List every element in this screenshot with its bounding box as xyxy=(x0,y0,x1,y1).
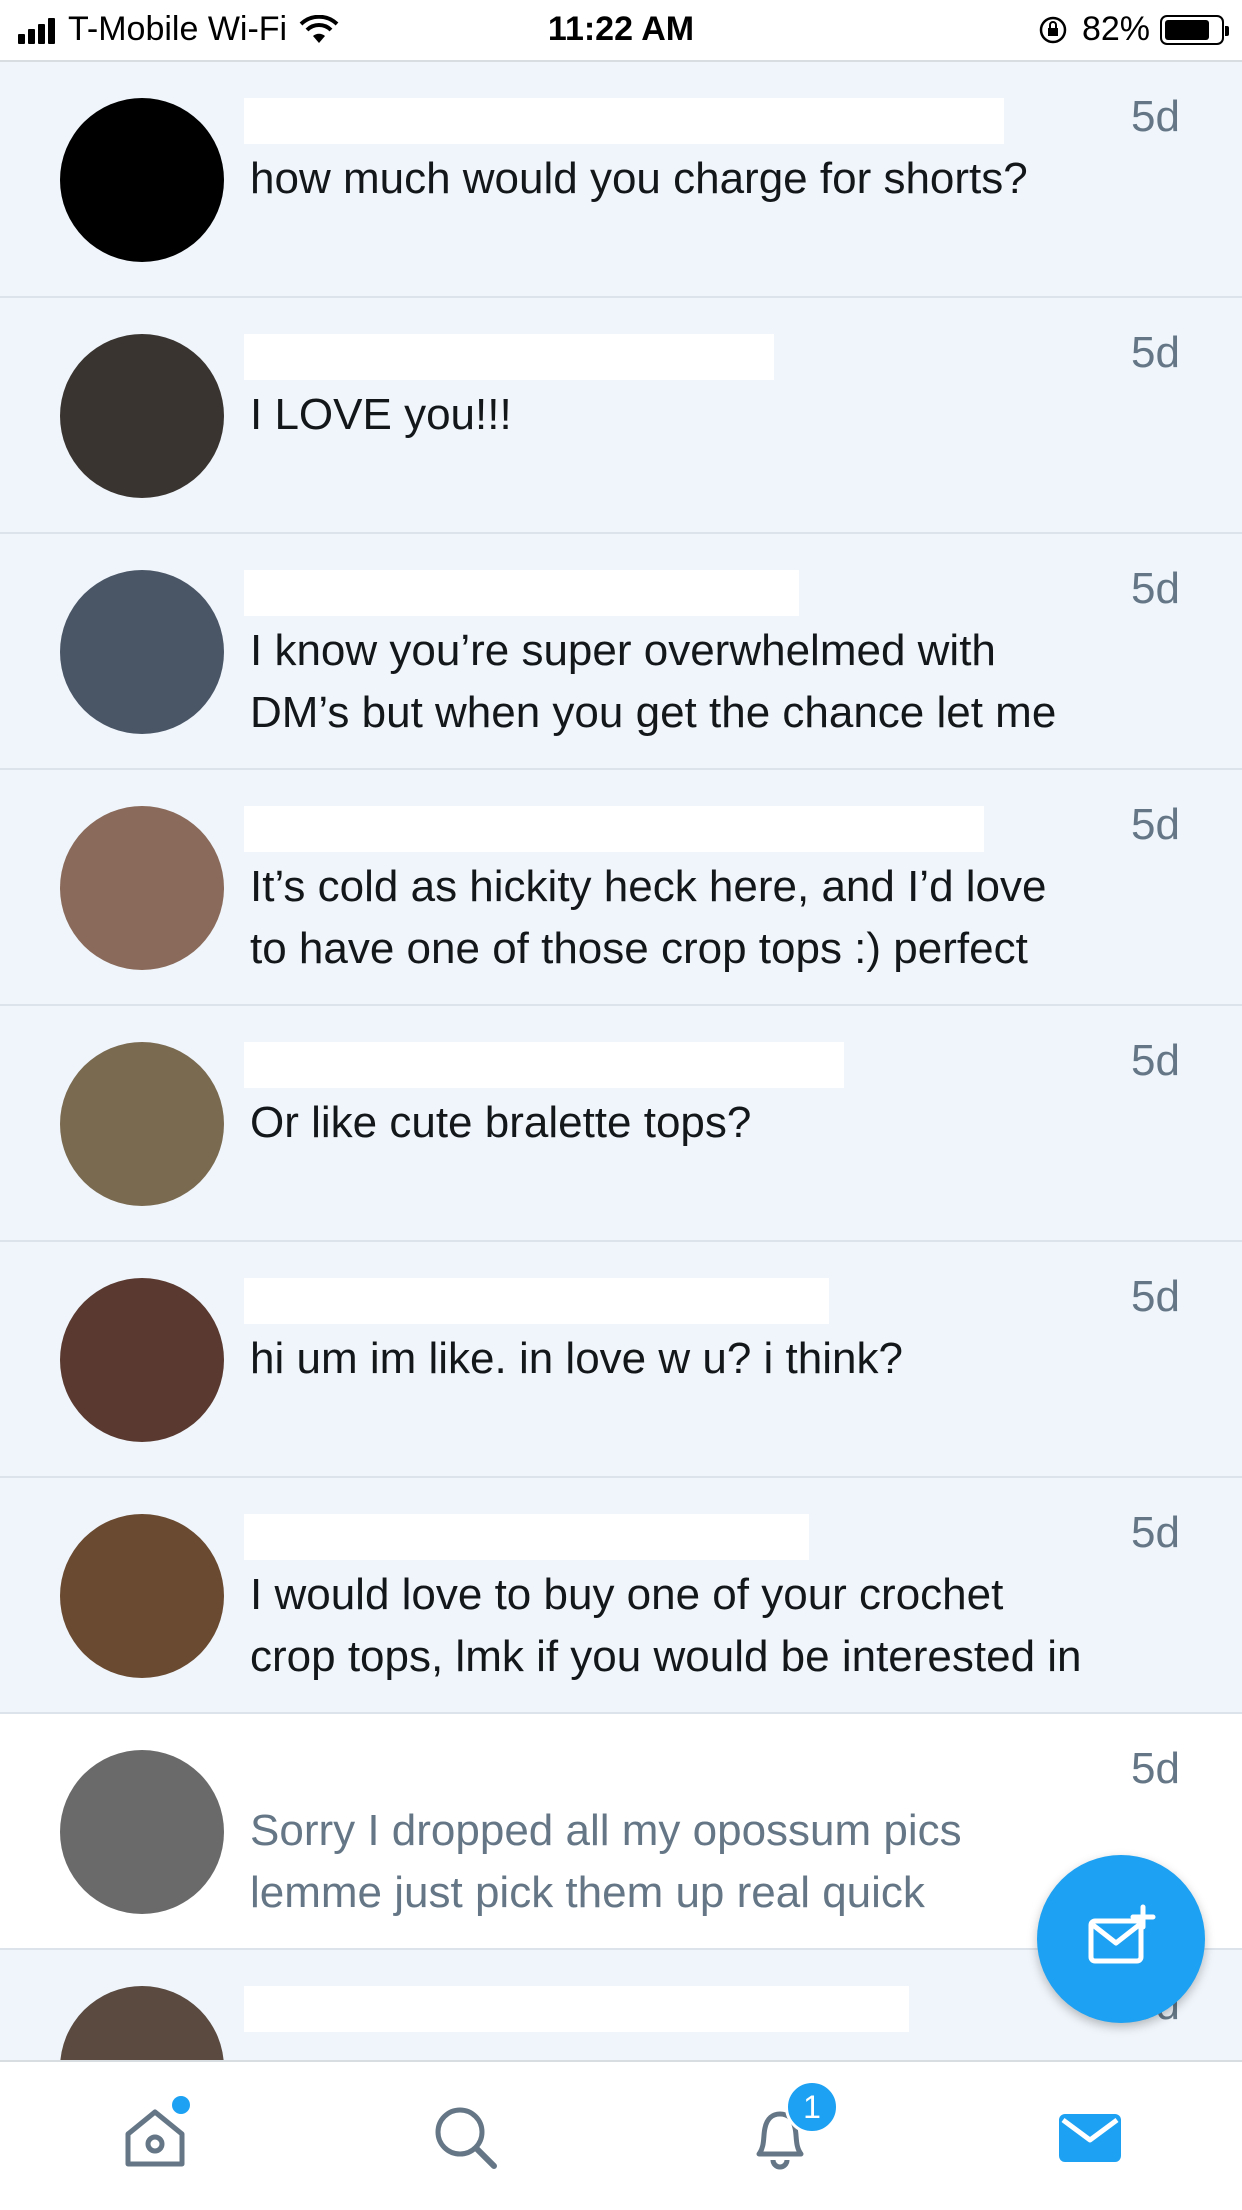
conversation-row[interactable]: 5d Or like cute bralette tops? xyxy=(0,1006,1242,1242)
redacted-name xyxy=(244,806,984,852)
message-preview: It’s cold as hickity heck here, and I’d … xyxy=(250,862,1047,973)
tab-notifications[interactable]: 1 xyxy=(745,2080,839,2172)
message-preview: I LOVE you!!! xyxy=(250,390,512,439)
conversation-row[interactable]: 5d I know you’re super overwhelmed with D… xyxy=(0,534,1242,770)
message-preview: I know you’re super overwhelmed with DM’… xyxy=(250,626,1057,737)
tab-search[interactable] xyxy=(430,2102,500,2172)
battery-icon xyxy=(1160,14,1229,45)
conversation-row[interactable]: 5d I LOVE you!!! xyxy=(0,298,1242,534)
notification-count-badge: 1 xyxy=(785,2080,839,2134)
avatar[interactable] xyxy=(60,1278,224,1442)
conversation-time: 5d xyxy=(1131,92,1180,141)
message-preview: Sorry I dropped all my opossum pics lemm… xyxy=(250,1806,962,1917)
message-preview: Or like cute bralette tops? xyxy=(250,1098,752,1147)
avatar[interactable] xyxy=(60,806,224,970)
message-preview: hi um im like. in love w u? i think? xyxy=(250,1334,903,1383)
search-icon xyxy=(435,2107,497,2169)
conversation-row[interactable]: 5d I would love to buy one of your croche… xyxy=(0,1478,1242,1714)
redacted-name xyxy=(244,1042,844,1088)
conversation-time: 5d xyxy=(1131,1508,1180,1557)
tab-messages[interactable] xyxy=(1055,2102,1125,2172)
compose-message-icon xyxy=(1088,1904,1156,1964)
status-right: 82% xyxy=(1038,10,1229,49)
messages-icon xyxy=(1059,2114,1121,2162)
status-bar: T-Mobile Wi-Fi 11:22 AM 82% xyxy=(0,0,1242,62)
conversation-time: 5d xyxy=(1131,1744,1180,1793)
battery-percent: 82% xyxy=(1081,10,1150,48)
redacted-name xyxy=(244,1986,909,2032)
tab-home[interactable] xyxy=(120,2096,190,2172)
home-notification-dot xyxy=(172,2096,190,2114)
avatar[interactable] xyxy=(60,334,224,498)
conversation-time: 5d xyxy=(1131,1036,1180,1085)
conversation-time: 5d xyxy=(1131,1272,1180,1321)
conversation-row[interactable]: 5d how much would you charge for shorts? xyxy=(0,62,1242,298)
orientation-lock-icon xyxy=(1039,16,1067,43)
battery-tip xyxy=(1225,25,1229,36)
message-preview: I would love to buy one of your crochet … xyxy=(250,1570,1082,1681)
conversation-list: 5d how much would you charge for shorts? 5… xyxy=(0,62,1242,2186)
conversation-time: 5d xyxy=(1131,564,1180,613)
redacted-name xyxy=(244,98,1004,144)
compose-message-button[interactable] xyxy=(1037,1855,1205,2023)
avatar[interactable] xyxy=(60,1042,224,1206)
conversation-time: 5d xyxy=(1131,800,1180,849)
avatar[interactable] xyxy=(60,98,224,262)
redacted-name xyxy=(244,570,799,616)
avatar[interactable] xyxy=(60,570,224,734)
tab-bar: 1 xyxy=(0,2060,1242,2210)
redacted-name xyxy=(244,1278,829,1324)
redacted-name xyxy=(244,334,774,380)
avatar[interactable] xyxy=(60,1514,224,1678)
conversation-row[interactable]: 5d hi um im like. in love w u? i think? xyxy=(0,1242,1242,1478)
battery-fill xyxy=(1165,19,1210,40)
message-preview: how much would you charge for shorts? xyxy=(250,154,1028,203)
avatar[interactable] xyxy=(60,1750,224,1914)
conversation-row[interactable]: 5d It’s cold as hickity heck here, and I’… xyxy=(0,770,1242,1006)
redacted-name xyxy=(244,1514,809,1560)
conversation-time: 5d xyxy=(1131,328,1180,377)
